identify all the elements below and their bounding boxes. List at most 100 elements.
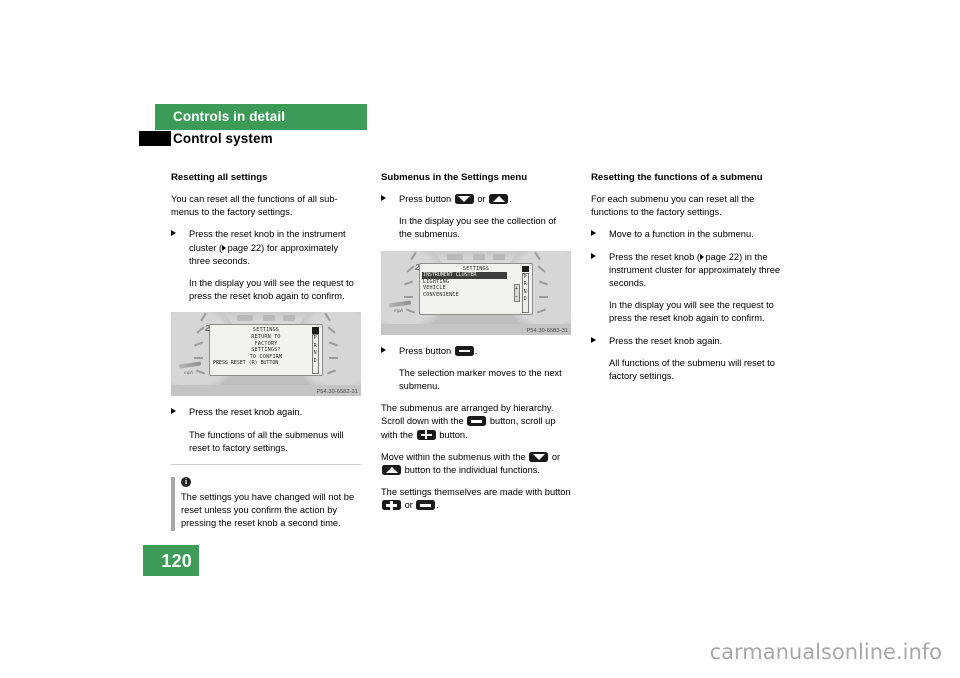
cluster-indicator-slot-b [473,253,485,260]
lcd-scroll-buttons: + − [513,283,520,302]
gear-indicator-1: PRND [311,334,319,375]
col2-bullet-2: Press button . [381,345,571,358]
lcd-line-1-2: FACTORY [254,340,278,347]
lcd-2-highlighted-item: INSTRUMENT CLUSTER [422,272,507,279]
cluster-indicator-slot-b [263,315,275,322]
button-minus-icon [416,500,436,511]
cluster-lcd-display-2: PRND + − SETTINGS INSTRUMENT CLUSTER LIG… [419,262,533,315]
col2-heading: Submenus in the Settings menu [381,172,528,183]
manual-page: Controls in detail Control system Resett… [0,0,960,678]
bullet-triangle-icon [381,195,386,201]
site-watermark: carmanualsonline.info [709,640,942,664]
col2-bullet-1-pre: Press button [399,194,452,204]
lcd-scroll-minus: − [514,293,519,300]
bullet-triangle-icon [591,336,596,343]
col1-intro: You can reset all the functions of all s… [171,194,338,218]
button-minus-icon [467,416,487,427]
col3-intro: For each submenu you can reset all the f… [591,194,755,218]
bullet-triangle-icon [591,252,596,259]
column-three: Resetting the functions of a submenu For… [591,172,781,392]
instrument-cluster-illustration-2: 20 140 160 mph PRN [381,250,571,324]
page-ref-triangle-icon [699,253,704,260]
button-plus-icon [382,500,401,511]
col3-bullet-1-text: Move to a function in the submenu. [609,229,754,240]
col1-divider [171,464,361,466]
figure-instrument-cluster-submenus: 20 140 160 mph PRN [381,250,571,335]
button-plus-icon [416,429,436,440]
col3-note-3: All functions of the submenu will reset … [609,357,775,382]
col2-settings-pre: The settings themselves are made with bu… [381,487,571,498]
figure-caption-bar-2: P54.30-6583-31 [381,323,571,335]
col2-hierarchy-post: button. [439,429,468,440]
col3-bullet-3-text: Press the reset knob again. [609,335,723,346]
lcd-line-1-5: PRESS RESET (R) BUTTON [213,360,279,367]
col3-bullet-2-pre: Press the reset knob ( [609,251,700,262]
col2-move-pre: Move within the submenus with the [381,451,526,462]
col2-para-move: Move within the submenus with the or but… [381,451,571,477]
col1-note-1: In the display you will see the request … [189,278,354,302]
section-title: Control system [173,131,273,146]
lcd-line-1-3: SETTINGS? [251,347,281,354]
col2-bullet-2-post: . [474,345,478,356]
lcd-line-1-0: SETTINGS [252,327,280,334]
col1-bullet-1-ref: page 22 [227,242,262,253]
col1-bullet-2-text: Press the reset knob again. [189,407,303,418]
col3-bullet-1: Move to a function in the submenu. [591,228,781,241]
chapter-header-bar: Controls in detail [155,104,367,130]
figure-caption-bar-1: P54.30-6582-31 [171,385,361,397]
column-one: Resetting all settings You can reset all… [171,172,361,531]
col1-info-note: i The settings you have changed will not… [171,477,361,531]
col2-settings-or: or [404,500,413,511]
cluster-lcd-display-1: PRND SETTINGS RETURN TO FACTORY SETTINGS… [209,324,323,377]
col2-bullet-1: Press button or . [381,193,571,206]
col2-para-settings: The settings themselves are made with bu… [381,486,571,512]
col1-heading: Resetting all settings [171,172,268,183]
button-down-icon [454,194,474,204]
lcd-line-1-4: TO CONFIRM [249,353,283,360]
col2-move-post: button to the individual functions. [404,465,541,476]
col1-bullet-2: Press the reset knob again. [171,406,361,419]
lcd-status-square-1 [311,327,319,334]
button-up-icon [489,194,509,204]
cluster-indicator-slot-a [237,315,253,322]
col3-heading: Resetting the functions of a submenu [591,172,763,183]
col2-note-2: The selection marker moves to the next s… [399,367,562,392]
page-number: 120 [161,551,192,571]
bullet-triangle-icon [591,230,596,237]
col3-note-2: In the display you will see the request … [609,300,774,324]
col2-move-or: or [551,451,561,462]
col2-bullet-2-pre: Press button [399,345,452,356]
col2-note-1: In the display you see the collection of… [399,216,557,240]
column-two: Submenus in the Settings menu Press butt… [381,172,571,522]
col3-bullet-3: Press the reset knob again. [591,335,781,348]
button-minus-icon [454,345,474,356]
col3-bullet-2: Press the reset knob (page 22) in the in… [591,251,781,291]
page-ref-triangle-icon [222,244,227,251]
button-up-icon [382,465,401,476]
col2-bullet-1-or: or [477,194,486,204]
lcd-2-title: SETTINGS [462,265,490,272]
figure-instrument-cluster-reset-confirm: 20 140 160 mph PRN [171,312,361,397]
gear-indicator-2: PRND [521,272,529,313]
info-icon: i [181,477,191,488]
lcd-scroll-plus: + [514,285,519,292]
chapter-title: Controls in detail [173,109,286,124]
lcd-status-square-2 [521,265,529,273]
cluster-indicator-slot-c [283,315,295,322]
col3-bullet-2-ref: page 22 [705,251,740,262]
instrument-cluster-illustration-1: 20 140 160 mph PRN [171,312,361,386]
col1-note-2: The functions of all the submenus will r… [189,429,344,453]
col1-info-text: The settings you have changed will not b… [181,492,355,529]
col2-para-hierarchy: The submenus are arranged by hierarchy. … [381,402,571,442]
col1-bullet-1: Press the reset knob in the instrument c… [171,228,361,268]
figure-caption-1: P54.30-6582-31 [316,389,358,396]
bullet-triangle-icon [381,346,386,353]
page-number-box: 120 [143,545,199,576]
unit-label-1: mph [184,370,193,376]
col2-bullet-1-post: . [509,194,512,204]
lcd-line-1-1: RETURN TO [251,334,281,341]
bullet-triangle-icon [171,408,176,415]
figure-caption-2: P54.30-6583-31 [526,327,568,334]
unit-label-2: mph [394,308,403,314]
note-accent-bar [171,477,175,531]
